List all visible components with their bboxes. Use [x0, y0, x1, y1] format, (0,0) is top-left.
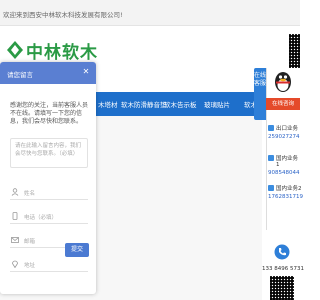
address-field[interactable]: 地址 [10, 258, 88, 272]
phone-handset-icon [274, 244, 290, 260]
logo-text: 中林软木 [26, 43, 98, 63]
contact-number: 908548044 [268, 170, 300, 176]
contact-export[interactable]: 出口业务 259027274 [268, 124, 300, 140]
contact-label: 出口业务 [268, 124, 300, 132]
message-textarea[interactable]: 请在此输入留言内容，我们会尽快与您联系。（必填） [10, 138, 88, 168]
email-placeholder: 邮箱 [24, 239, 36, 245]
dialog-intro: 感谢您的关注，当前客服人员不在线。请填写一下您的信息，我们会尽快和您联系。 [10, 102, 89, 125]
nav-item-1[interactable]: 木塔材 [98, 99, 118, 109]
message-dialog: 请您留言 ✕ 感谢您的关注，当前客服人员不在线。请填写一下您的信息，我们会尽快和… [0, 62, 96, 294]
name-placeholder: 姓名 [24, 191, 36, 197]
nav-item-3[interactable]: 软木告示板 [164, 99, 197, 109]
dialog-header: 请您留言 ✕ [0, 62, 96, 84]
user-icon [11, 188, 19, 196]
name-field[interactable]: 姓名 [10, 186, 88, 200]
close-icon[interactable]: ✕ [81, 67, 91, 77]
location-icon [12, 260, 18, 268]
contact-label: 国内业务1 [268, 154, 300, 168]
phone-placeholder: 电话（必填） [24, 215, 58, 221]
contact-number: 259027274 [268, 134, 300, 140]
mail-icon [11, 237, 19, 243]
contact-domestic-1[interactable]: 国内业务1 908548044 [268, 154, 300, 176]
nav-item-2[interactable]: 软木防滑静音垫 [121, 99, 167, 109]
welcome-text: 欢迎来到西安中林软木科技发展有限公司! [3, 11, 123, 19]
logo-mark-icon [7, 41, 23, 59]
phone-icon [12, 212, 18, 220]
address-placeholder: 地址 [24, 263, 36, 269]
submit-button[interactable]: 提交 [65, 243, 89, 257]
site-logo[interactable]: 中林软木 [4, 38, 114, 63]
top-bar: 欢迎来到西安中林软木科技发展有限公司! [0, 0, 300, 26]
qr-code-bottom [270, 276, 294, 300]
consult-button[interactable]: 在线咨询 [266, 98, 300, 110]
phone-field[interactable]: 电话（必填） [10, 210, 88, 224]
qr-code-top [289, 34, 300, 70]
dialog-title: 请您留言 [7, 71, 33, 79]
contact-domestic-2[interactable]: 国内业务2 1762831719 [268, 184, 303, 200]
nav-item-4[interactable]: 玻璃贴片 [204, 99, 230, 109]
contact-number: 1762831719 [268, 194, 303, 200]
qq-penguin-icon [275, 72, 291, 92]
phone-number: 133 8496 5731 [262, 266, 304, 272]
contact-label: 国内业务2 [268, 184, 303, 192]
online-service-tab[interactable]: 在线客服 [254, 68, 266, 120]
